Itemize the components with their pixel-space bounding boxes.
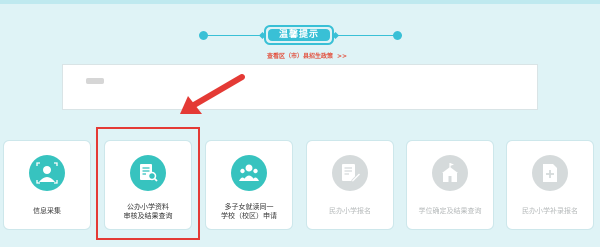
notice-title-badge: 温馨提示 xyxy=(264,25,334,45)
header-decoration-line-left xyxy=(200,35,262,36)
policy-link[interactable]: 查看区（市）县招生政策 >> xyxy=(252,53,362,61)
card-label-line1: 民办小学报名 xyxy=(329,207,371,215)
edit-form-icon xyxy=(342,164,361,183)
blurred-text xyxy=(86,78,104,84)
school-building-icon xyxy=(442,163,458,182)
card-label: 民办小学报名 xyxy=(307,207,393,216)
card-label-line1: 信息采集 xyxy=(33,207,61,215)
policy-link-arrow[interactable]: >> xyxy=(337,53,347,60)
card-info-collection[interactable]: 信息采集 xyxy=(3,140,91,230)
card-label: 多子女就读同一 学校（校区）申请 xyxy=(206,203,292,221)
card-private-school-signup[interactable]: 民办小学报名 xyxy=(306,140,394,230)
card-degree-confirm-query[interactable]: 学位确定及结果查询 xyxy=(406,140,494,230)
top-border xyxy=(0,0,600,4)
card-label: 信息采集 xyxy=(4,207,90,216)
group-children-icon xyxy=(239,164,259,181)
notice-content-box xyxy=(62,64,538,110)
icon-circle xyxy=(432,155,468,191)
add-document-icon xyxy=(543,164,557,182)
card-label-line1: 多子女就读同一 xyxy=(224,203,274,211)
red-highlight-box xyxy=(96,127,200,240)
header-decoration-dot-right xyxy=(393,31,402,40)
card-multi-children-apply[interactable]: 多子女就读同一 学校（校区）申请 xyxy=(205,140,293,230)
card-label-line2: 学校（校区）申请 xyxy=(221,212,277,220)
icon-circle xyxy=(231,155,267,191)
icon-circle xyxy=(29,155,65,191)
card-label-line1: 学位确定及结果查询 xyxy=(418,207,482,215)
notice-title: 温馨提示 xyxy=(268,29,330,41)
icon-circle xyxy=(332,155,368,191)
icon-circle xyxy=(532,155,568,191)
card-label: 学位确定及结果查询 xyxy=(407,207,493,216)
person-info-icon xyxy=(36,162,58,184)
card-label-line1: 民办小学补录报名 xyxy=(522,207,578,215)
policy-link-text[interactable]: 查看区（市）县招生政策 xyxy=(267,53,333,60)
card-private-school-supplement-signup[interactable]: 民办小学补录报名 xyxy=(506,140,594,230)
red-arrow-annotation xyxy=(180,74,245,114)
card-label: 民办小学补录报名 xyxy=(507,207,593,216)
